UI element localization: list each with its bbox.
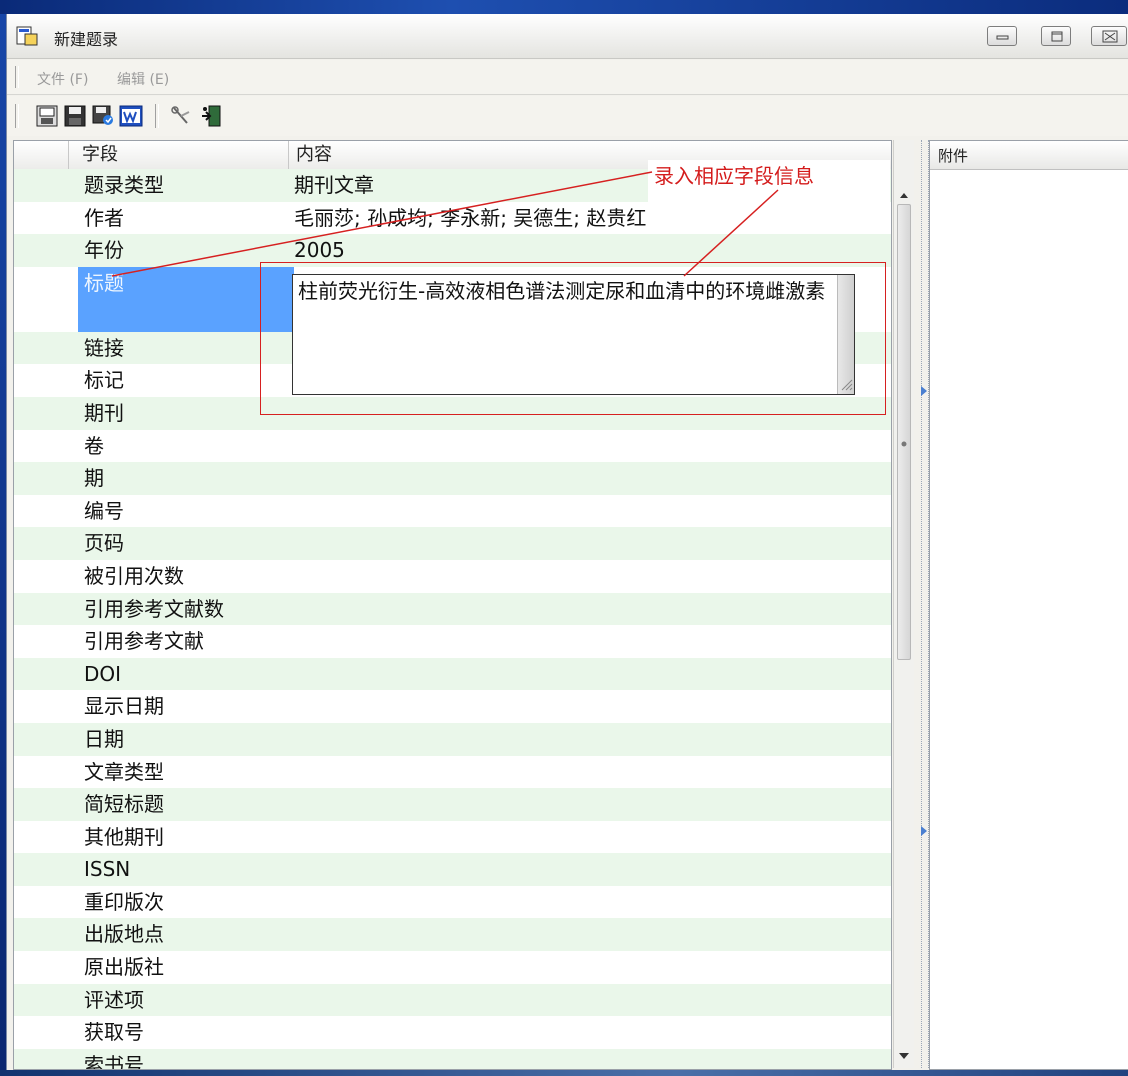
- annotation-pointer-lines: [111, 171, 779, 277]
